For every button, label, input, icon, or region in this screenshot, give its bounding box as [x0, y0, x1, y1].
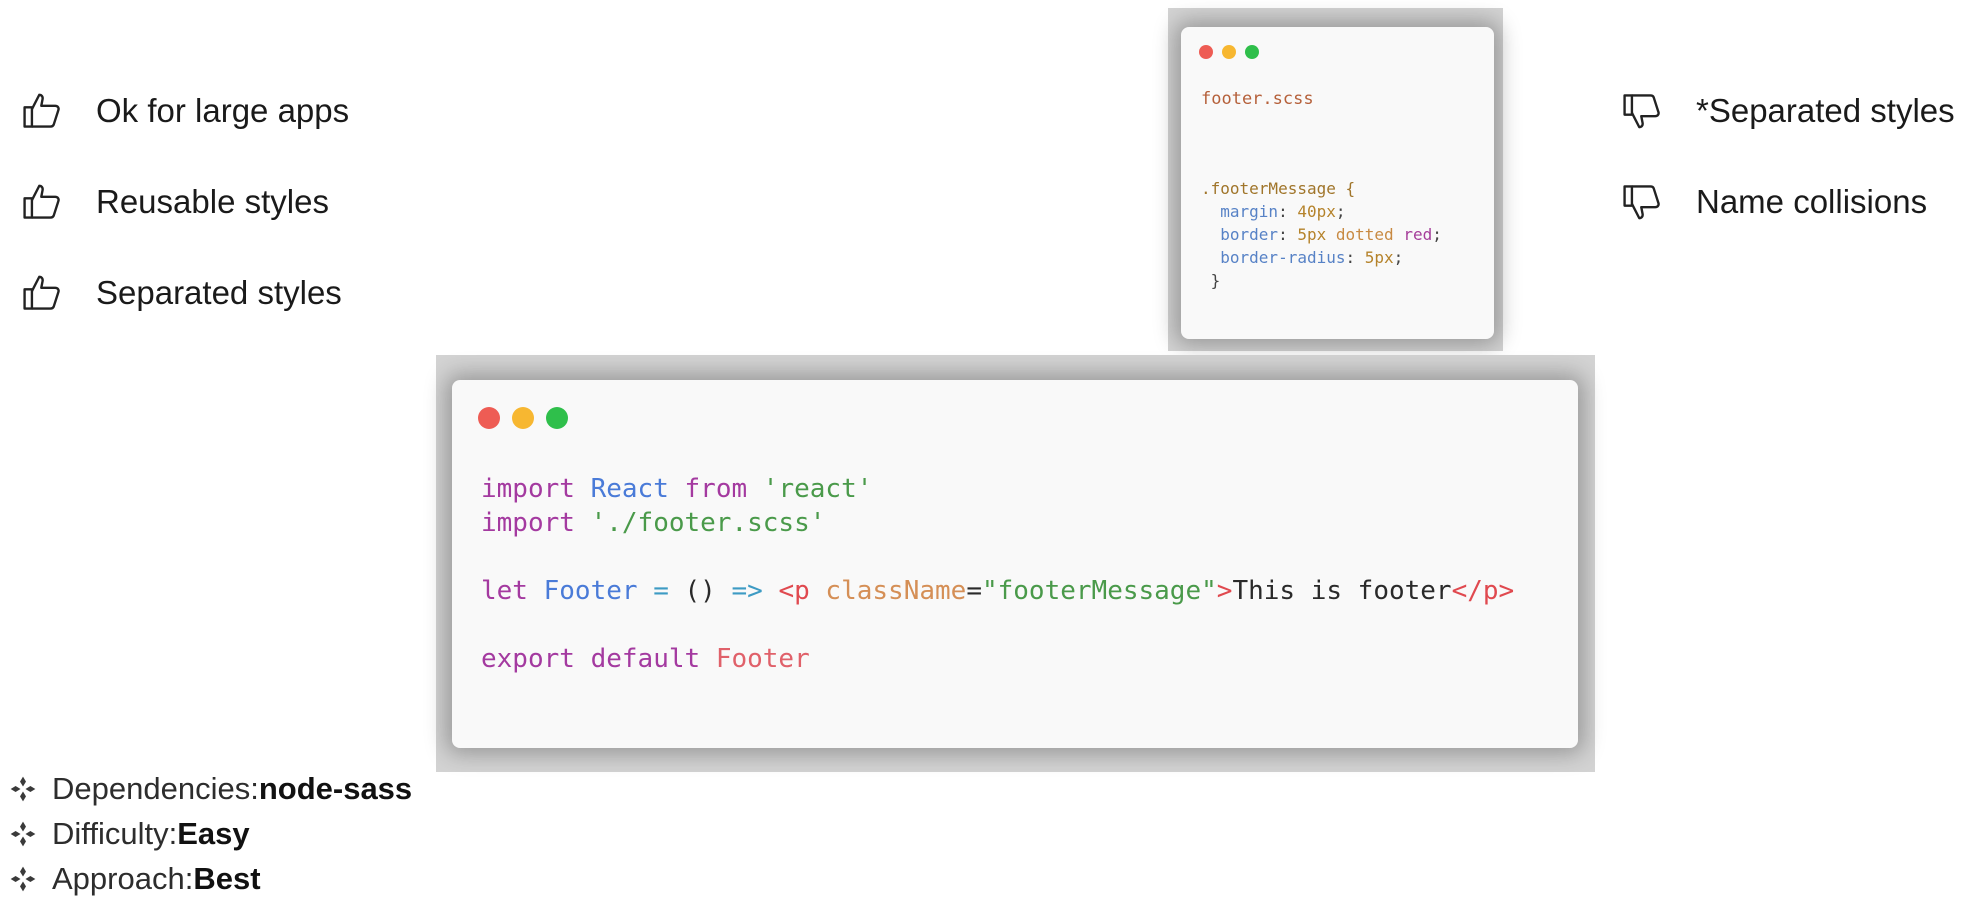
minimize-dot-icon	[1222, 45, 1236, 59]
code-line: border: 5px dotted red;	[1220, 225, 1442, 244]
close-dot-icon	[478, 407, 500, 429]
con-item: Name collisions	[1620, 179, 1955, 225]
window-controls	[478, 407, 580, 429]
pro-item: Separated styles	[20, 270, 349, 316]
thumbs-down-icon	[1620, 89, 1664, 133]
diamond-bullet-icon	[10, 821, 36, 847]
diamond-bullet-icon	[10, 866, 36, 892]
code-line: .footerMessage {	[1201, 179, 1356, 198]
minimize-dot-icon	[512, 407, 534, 429]
code-line: margin: 40px;	[1220, 202, 1346, 221]
con-label: Name collisions	[1696, 183, 1928, 220]
con-label: *Separated styles	[1696, 92, 1955, 129]
js-code-window: import React from 'react' import './foote…	[452, 380, 1578, 748]
scss-code: .footerMessage { margin: 40px; border: 5…	[1201, 177, 1442, 292]
pro-label: Reusable styles	[96, 183, 329, 220]
file-name: footer.scss	[1201, 89, 1314, 109]
pro-label: Separated styles	[96, 274, 342, 311]
thumbs-up-icon	[20, 180, 64, 224]
code-line: import React from 'react'	[481, 474, 873, 504]
fact-value: node-sass	[258, 770, 413, 806]
fact-value: Easy	[177, 815, 250, 851]
window-controls	[1199, 45, 1268, 59]
fact-label: Dependencies:	[52, 770, 259, 806]
thumbs-up-icon	[20, 271, 64, 315]
pros-list: Ok for large apps Reusable styles Separa…	[20, 88, 349, 361]
code-line: let Footer = () => <p className="footerM…	[481, 576, 1515, 606]
maximize-dot-icon	[546, 407, 568, 429]
diamond-bullet-icon	[10, 776, 36, 802]
pro-item: Ok for large apps	[20, 88, 349, 134]
thumbs-down-icon	[1620, 180, 1664, 224]
con-item: *Separated styles	[1620, 88, 1955, 134]
pro-label: Ok for large apps	[96, 92, 350, 129]
close-dot-icon	[1199, 45, 1213, 59]
fact-label: Difficulty:	[52, 815, 178, 851]
code-line: export default Footer	[481, 644, 810, 674]
code-line: border-radius: 5px;	[1220, 248, 1404, 267]
js-code: import React from 'react' import './foote…	[481, 472, 1514, 676]
pro-item: Reusable styles	[20, 179, 349, 225]
fact-item: Dependencies: node-sass	[10, 766, 412, 811]
thumbs-up-icon	[20, 89, 64, 133]
facts-list: Dependencies: node-sass Difficulty: Easy…	[10, 766, 412, 901]
scss-code-window: footer.scss .footerMessage { margin: 40p…	[1181, 27, 1494, 339]
cons-list: *Separated styles Name collisions	[1620, 88, 1955, 270]
code-line: import './footer.scss'	[481, 508, 826, 538]
fact-label: Approach:	[52, 860, 194, 896]
code-line: }	[1210, 271, 1221, 290]
fact-value: Best	[193, 860, 261, 896]
fact-item: Approach: Best	[10, 856, 412, 901]
maximize-dot-icon	[1245, 45, 1259, 59]
fact-item: Difficulty: Easy	[10, 811, 412, 856]
